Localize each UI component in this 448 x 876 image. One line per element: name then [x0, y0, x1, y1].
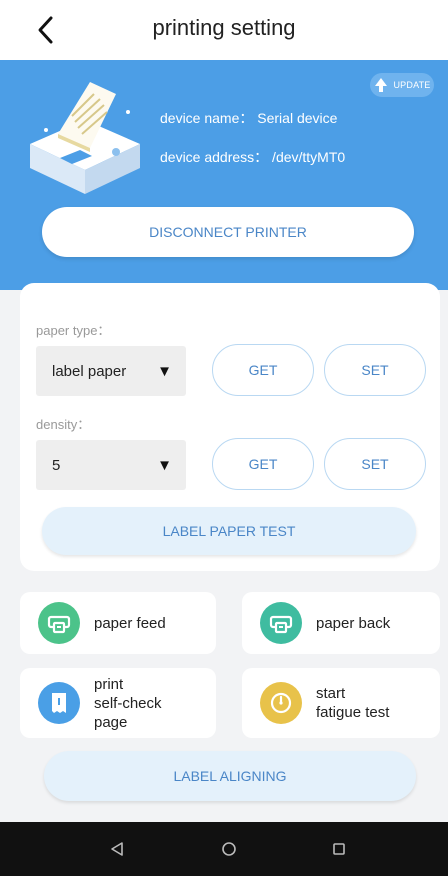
- update-button[interactable]: UPDATE: [370, 73, 434, 97]
- density-value: 5: [52, 456, 61, 474]
- gauge-icon: [260, 682, 302, 724]
- fatigue-test-label: start fatigue test: [316, 685, 390, 721]
- printer-illustration: [30, 82, 140, 194]
- page-title: printing setting: [152, 15, 296, 40]
- dropdown-arrow-icon: ▼: [157, 362, 172, 380]
- top-bar: printing setting: [0, 0, 448, 60]
- paper-type-get-button[interactable]: GET: [212, 344, 314, 396]
- paper-type-value: label paper: [52, 362, 127, 380]
- circle-home-icon: [222, 842, 236, 856]
- paper-feed-button[interactable]: paper feed: [20, 592, 216, 654]
- paper-feed-label: paper feed: [94, 614, 166, 632]
- dropdown-arrow-icon: ▼: [157, 456, 172, 474]
- paper-type-label: paper type：: [36, 323, 111, 338]
- density-get-button[interactable]: GET: [212, 438, 314, 490]
- triangle-back-icon: [111, 842, 123, 856]
- system-nav-bar: [0, 822, 448, 876]
- square-recents-icon: [333, 843, 345, 855]
- label-paper-test-label: LABEL PAPER TEST: [162, 523, 296, 539]
- update-label: UPDATE: [393, 80, 431, 90]
- device-address: device address： /dev/ttyMT0: [160, 149, 346, 165]
- disconnect-printer-button[interactable]: DISCONNECT PRINTER: [42, 207, 414, 257]
- receipt-icon: [38, 682, 80, 724]
- get-label: GET: [248, 362, 278, 378]
- paper-back-button[interactable]: paper back: [242, 592, 440, 654]
- print-self-check-label: print self-check page: [94, 675, 162, 731]
- density-set-button[interactable]: SET: [324, 438, 426, 490]
- label-paper-test-button[interactable]: LABEL PAPER TEST: [42, 507, 416, 555]
- nav-recents-button[interactable]: [324, 834, 354, 864]
- density-label: density：: [36, 417, 91, 432]
- set-label: SET: [361, 362, 389, 378]
- nav-home-button[interactable]: [214, 834, 244, 864]
- paper-type-set-button[interactable]: SET: [324, 344, 426, 396]
- density-select[interactable]: 5 ▼: [36, 440, 186, 490]
- print-self-check-button[interactable]: print self-check page: [20, 668, 216, 738]
- printer-back-icon: [260, 602, 302, 644]
- paper-type-select[interactable]: label paper ▼: [36, 346, 186, 396]
- label-aligning-button[interactable]: LABEL ALIGNING: [44, 751, 416, 801]
- set-label: SET: [361, 456, 389, 472]
- disconnect-printer-label: DISCONNECT PRINTER: [149, 224, 307, 240]
- upload-icon: [375, 78, 388, 92]
- get-label: GET: [248, 456, 278, 472]
- fatigue-test-button[interactable]: start fatigue test: [242, 668, 440, 738]
- nav-back-button[interactable]: [102, 834, 132, 864]
- paper-back-label: paper back: [316, 614, 391, 632]
- device-name: device name： Serial device: [160, 110, 338, 126]
- printer-feed-icon: [38, 602, 80, 644]
- label-aligning-label: LABEL ALIGNING: [173, 768, 287, 784]
